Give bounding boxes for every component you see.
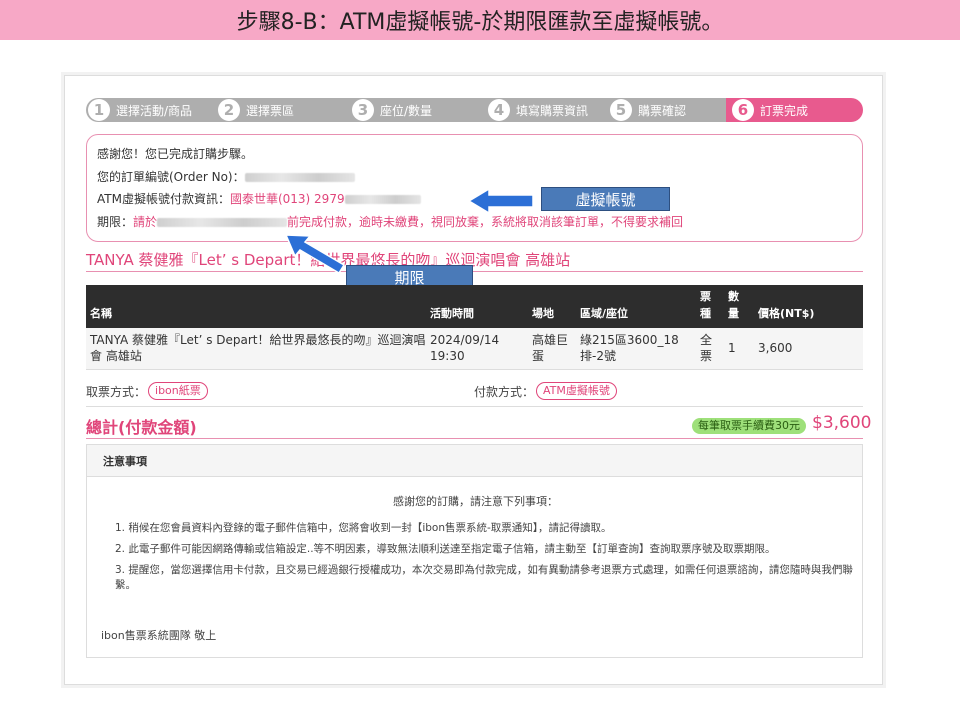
banner-title: 步驟8-B：ATM虛擬帳號-於期限匯款至虛擬帳號。 [236,10,724,35]
notes-panel: 注意事項 感謝您的訂購，請注意下列事項： 1. 稍候在您會員資料內登錄的電子郵件… [86,444,863,658]
divider [86,406,863,407]
page-banner: 步驟8-B：ATM虛擬帳號-於期限匯款至虛擬帳號。 [0,0,960,40]
total-amount: $3,600 [812,413,872,433]
list-item: 1. 稍候在您會員資料內登錄的電子郵件信箱中，您將會收到一封【ibon售票系統-… [115,522,612,534]
header-price: 價格(NT$) [758,307,815,320]
step-progress-bar: 1 選擇活動/商品 2 選擇票區 3 座位/數量 4 填寫購票資訊 5 購票確認… [86,98,863,122]
deadline-label: 期限： [97,214,134,229]
row-event-name: TANYA 蔡健雅『Let’ s Depart！給世界最悠長的吻』巡迴演唱會 高… [90,333,426,363]
step-5-label: 購票確認 [638,103,687,118]
row-price: 3,600 [758,341,793,355]
deadline-notice: 前完成付款，逾時未繳費，視同放棄，系統將取消該筆訂單，不得要求補回 [287,214,684,229]
step-4-number-icon: 4 [488,99,510,121]
arrow-left-icon [467,188,534,214]
header-name: 名稱 [90,307,112,320]
row-seat: 綠215區3600_18排-2號 [580,333,679,363]
header-time: 活動時間 [430,307,474,320]
step-4-label: 填寫購票資訊 [516,103,589,118]
step-1-number-icon: 1 [88,99,110,121]
thanks-text: 感謝您！您已完成訂購步驟。 [97,147,254,161]
header-type: 票種 [700,290,711,320]
total-label: 總計(付款金額) [86,418,197,437]
pickup-method: 取票方式： ibon紙票 [86,382,208,400]
step-6-label: 訂票完成 [760,103,809,118]
step-5-number-icon: 5 [610,99,632,121]
table-row: TANYA 蔡健雅『Let’ s Depart！給世界最悠長的吻』巡迴演唱會 高… [86,328,863,370]
step-5: 5 購票確認 [600,98,726,122]
atm-bank-account: 國泰世華(013) 2979 [229,192,345,206]
step-2-label: 選擇票區 [246,103,295,118]
notes-intro: 感謝您的訂購，請注意下列事項： [393,495,558,508]
notes-title: 注意事項 [87,445,862,477]
atm-info-label: ATM虛擬帳號付款資訊： [97,192,230,206]
list-item: 3. 提醒您，當您選擇信用卡付款，且交易已經過銀行授權成功，本次交易即為付款完成… [115,564,853,591]
deadline-redacted [157,217,288,227]
table-header: 名稱 活動時間 場地 區域/座位 票種 數量 價格(NT$) [86,285,863,328]
fee-badge: 每筆取票手續費30元 [692,418,806,434]
arrow-up-left-icon [284,234,346,274]
pickup-badge: ibon紙票 [148,382,208,400]
step-1-label: 選擇活動/商品 [116,103,193,118]
payment-method: 付款方式： ATM虛擬帳號 [474,382,617,400]
order-number-redacted [244,172,355,182]
order-number-row: 您的訂單編號(Order No)： [97,166,852,189]
step-3-label: 座位/數量 [380,103,433,118]
row-time: 19:30 [430,349,465,363]
row-date: 2024/09/14 [430,333,500,347]
step-4: 4 填寫購票資訊 [478,98,600,122]
step-2: 2 選擇票區 [216,98,342,122]
header-venue: 場地 [532,307,554,320]
pickup-label: 取票方式： [86,384,147,399]
deadline-prefix: 請於 [133,214,158,229]
order-number-label: 您的訂單編號(Order No)： [97,169,245,184]
step-6-current: 6 訂票完成 [726,98,863,122]
row-quantity: 1 [728,341,736,355]
divider [86,438,863,439]
step-1: 1 選擇活動/商品 [86,98,216,122]
callout-virtual-account-label: 虛擬帳號 [575,190,636,209]
payment-badge: ATM虛擬帳號 [536,382,617,400]
atm-account-redacted [344,195,421,204]
callout-virtual-account: 虛擬帳號 [541,187,670,211]
divider [86,271,863,272]
row-ticket-type: 全票 [700,333,713,363]
step-2-number-icon: 2 [218,99,240,121]
row-venue: 高雄巨蛋 [532,333,569,363]
list-item: 2. 此電子郵件可能因網路傳輸或信箱設定..等不明因素，導致無法順利送達至指定電… [115,543,776,555]
notes-signature: ibon售票系統團隊 敬上 [101,629,217,642]
notes-list: 1. 稍候在您會員資料內登錄的電子郵件信箱中，您將會收到一封【ibon售票系統-… [115,521,860,599]
step-3-number-icon: 3 [352,99,374,121]
step-6-number-icon: 6 [732,99,754,121]
payment-label: 付款方式： [474,384,535,399]
step-3: 3 座位/數量 [342,98,478,122]
header-seat: 區域/座位 [580,307,629,320]
header-qty: 數量 [728,290,739,320]
